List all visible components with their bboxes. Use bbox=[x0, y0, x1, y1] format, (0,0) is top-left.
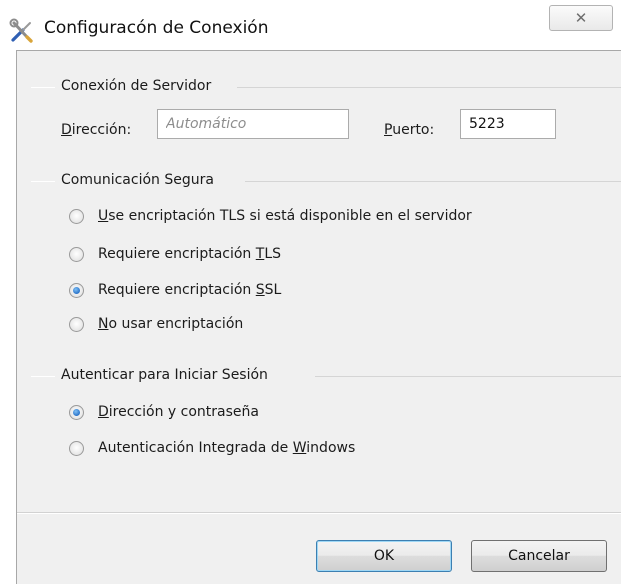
radio-require-ssl[interactable]: Requiere encriptación SSL bbox=[69, 279, 281, 301]
tools-icon bbox=[9, 18, 33, 43]
radio-label: Requiere encriptación SSL bbox=[98, 282, 282, 298]
radio-label: Requiere encriptación TLS bbox=[98, 246, 281, 262]
address-label: Dirección: bbox=[61, 122, 132, 138]
ok-button[interactable]: OK bbox=[316, 540, 452, 572]
group-divider bbox=[245, 181, 621, 182]
group-title-secure: Comunicación Segura bbox=[61, 172, 222, 188]
radio-label: Autenticación Integrada de Windows bbox=[98, 440, 356, 456]
group-server-connection: Conexión de Servidor bbox=[31, 78, 621, 96]
radio-label: Dirección y contraseña bbox=[98, 404, 259, 420]
port-input[interactable] bbox=[460, 109, 556, 139]
radio-windows-integrated-auth[interactable]: Autenticación Integrada de Windows bbox=[69, 437, 355, 459]
group-divider bbox=[31, 87, 55, 88]
radio-button[interactable] bbox=[69, 282, 84, 298]
radio-button[interactable] bbox=[69, 440, 84, 456]
close-icon: ✕ bbox=[574, 8, 588, 27]
group-divider bbox=[237, 87, 621, 88]
group-authentication: Autenticar para Iniciar Sesión bbox=[31, 367, 621, 385]
cancel-button[interactable]: Cancelar bbox=[471, 540, 607, 572]
radio-no-encryption[interactable]: No usar encriptación bbox=[69, 313, 243, 335]
radio-use-tls-if-available[interactable]: Use encriptación TLS si está disponible … bbox=[69, 205, 472, 227]
radio-label: No usar encriptación bbox=[98, 316, 244, 332]
radio-require-tls[interactable]: Requiere encriptación TLS bbox=[69, 243, 281, 265]
radio-address-and-password[interactable]: Dirección y contraseña bbox=[69, 401, 259, 423]
footer-divider bbox=[17, 512, 621, 514]
group-divider bbox=[31, 376, 55, 377]
dialog-body: Conexión de Servidor Dirección: Puerto: … bbox=[16, 50, 621, 584]
radio-label: Use encriptación TLS si está disponible … bbox=[98, 208, 472, 224]
group-title-auth: Autenticar para Iniciar Sesión bbox=[61, 367, 276, 383]
group-divider bbox=[315, 376, 621, 377]
title-bar: Configuracón de Conexión ✕ bbox=[0, 0, 621, 50]
address-input[interactable] bbox=[157, 109, 349, 139]
close-button[interactable]: ✕ bbox=[549, 5, 613, 31]
radio-button[interactable] bbox=[69, 246, 84, 262]
group-secure-communication: Comunicación Segura bbox=[31, 172, 621, 190]
radio-button[interactable] bbox=[69, 208, 84, 224]
group-title-server: Conexión de Servidor bbox=[61, 78, 220, 94]
radio-button[interactable] bbox=[69, 316, 84, 332]
radio-button[interactable] bbox=[69, 404, 84, 420]
port-label: Puerto: bbox=[384, 122, 435, 138]
group-divider bbox=[31, 181, 55, 182]
window-title: Configuracón de Conexión bbox=[44, 18, 269, 38]
